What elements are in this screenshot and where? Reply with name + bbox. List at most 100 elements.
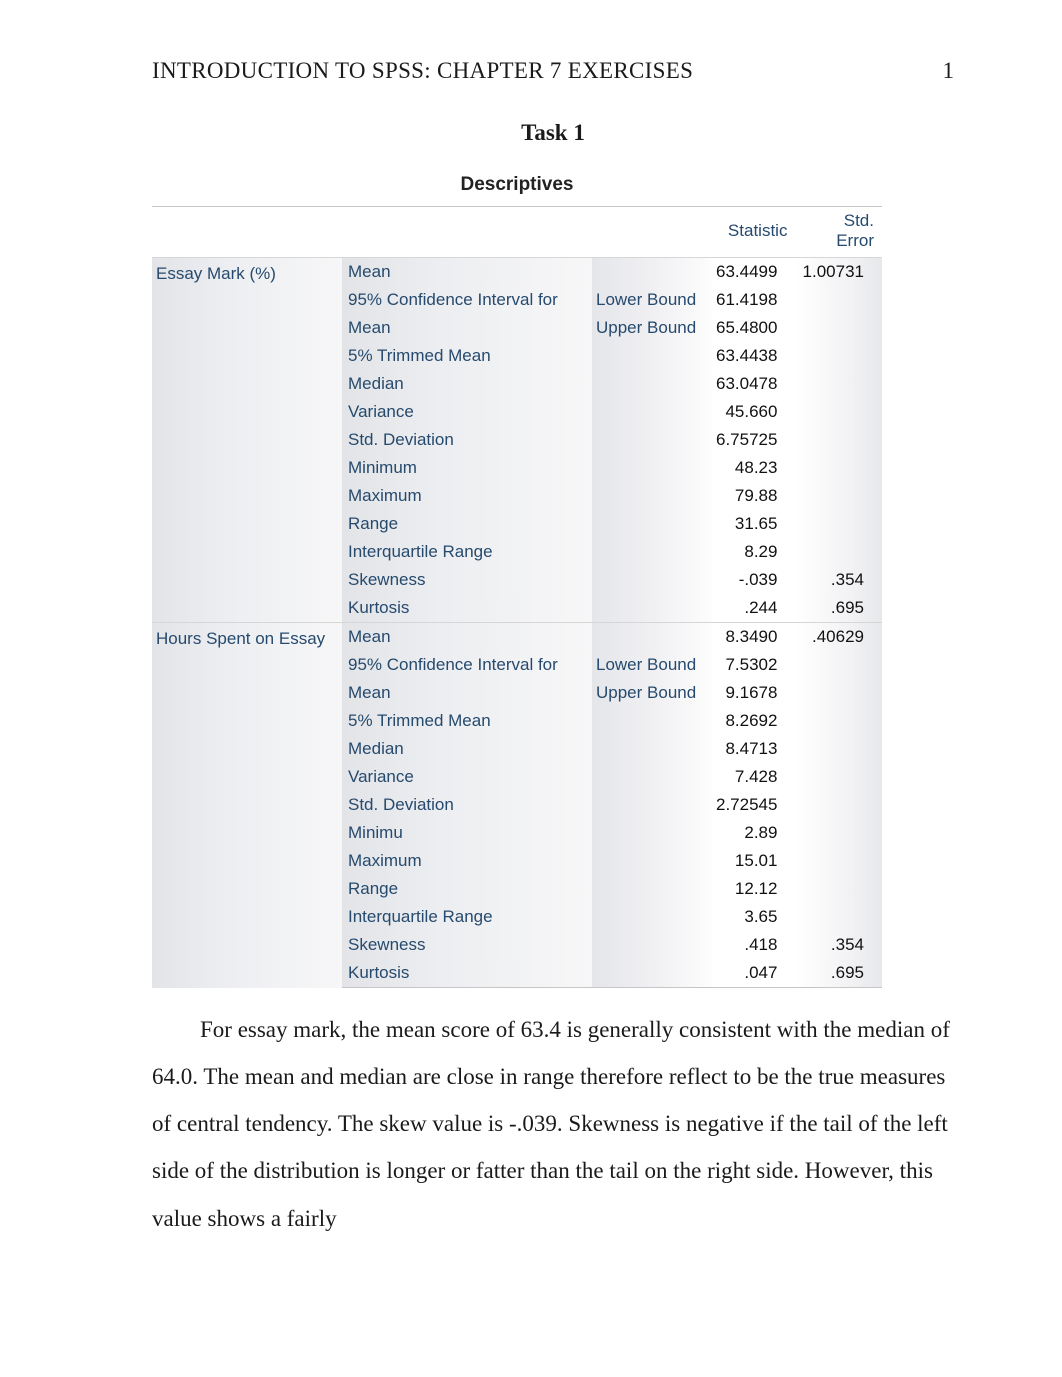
- statistic-value: 63.4499: [712, 258, 795, 287]
- stderror-value: [795, 314, 882, 342]
- stat-label: Skewness: [342, 566, 592, 594]
- stderror-value: .354: [795, 566, 882, 594]
- table-header-blank2: [342, 207, 592, 258]
- bound-label: [592, 426, 712, 454]
- stderror-value: [795, 791, 882, 819]
- stderror-value: [795, 903, 882, 931]
- stat-label: Variance: [342, 763, 592, 791]
- bound-label: [592, 791, 712, 819]
- bound-label: [592, 398, 712, 426]
- bound-label: [592, 959, 712, 988]
- table-title: Descriptives: [152, 174, 882, 196]
- stat-label: Interquartile Range: [342, 903, 592, 931]
- stat-label: Minimu: [342, 819, 592, 847]
- statistic-value: 63.0478: [712, 370, 795, 398]
- statistic-value: 12.12: [712, 875, 795, 903]
- descriptives-section: Descriptives Statistic Std. Error Essay …: [152, 174, 882, 988]
- stderror-value: [795, 847, 882, 875]
- table-header-stderror: Std. Error: [795, 207, 882, 258]
- statistic-value: 8.4713: [712, 735, 795, 763]
- stderror-value: [795, 454, 882, 482]
- stderror-value: [795, 398, 882, 426]
- stderror-value: [795, 538, 882, 566]
- statistic-value: 31.65: [712, 510, 795, 538]
- stderror-value: .354: [795, 931, 882, 959]
- stat-label: Median: [342, 735, 592, 763]
- bound-label: [592, 510, 712, 538]
- bound-label: Lower Bound: [592, 286, 712, 314]
- stderror-value: [795, 763, 882, 791]
- stderror-value: [795, 679, 882, 707]
- stderror-value: [795, 286, 882, 314]
- stat-label: Mean: [342, 258, 592, 287]
- body-paragraph: For essay mark, the mean score of 63.4 i…: [152, 1006, 954, 1242]
- table-header-blank3: [592, 207, 712, 258]
- bound-label: [592, 847, 712, 875]
- stderror-value: .695: [795, 594, 882, 623]
- stderror-value: [795, 510, 882, 538]
- stat-label: Mean: [342, 679, 592, 707]
- bound-label: [592, 566, 712, 594]
- task-title: Task 1: [152, 120, 954, 146]
- statistic-value: 65.4800: [712, 314, 795, 342]
- stat-label: Interquartile Range: [342, 538, 592, 566]
- stat-label: 95% Confidence Interval for: [342, 286, 592, 314]
- running-head: INTRODUCTION TO SPSS: CHAPTER 7 EXERCISE…: [152, 58, 693, 84]
- statistic-value: 15.01: [712, 847, 795, 875]
- stat-label: Minimum: [342, 454, 592, 482]
- bound-label: Upper Bound: [592, 314, 712, 342]
- statistic-value: 48.23: [712, 454, 795, 482]
- bound-label: [592, 903, 712, 931]
- stat-label: Std. Deviation: [342, 426, 592, 454]
- bound-label: [592, 707, 712, 735]
- stderror-value: [795, 426, 882, 454]
- statistic-value: .244: [712, 594, 795, 623]
- statistic-value: 2.72545: [712, 791, 795, 819]
- stderror-value: .40629: [795, 623, 882, 652]
- statistic-value: 7.428: [712, 763, 795, 791]
- stderror-value: [795, 875, 882, 903]
- statistic-value: 45.660: [712, 398, 795, 426]
- stat-label: Mean: [342, 623, 592, 652]
- stat-label: Median: [342, 370, 592, 398]
- statistic-value: 8.29: [712, 538, 795, 566]
- table-row: Hours Spent on EssayMean8.3490.40629: [152, 623, 882, 652]
- table-row: Essay Mark (%)Mean63.44991.00731: [152, 258, 882, 287]
- stat-label: Kurtosis: [342, 959, 592, 988]
- statistic-value: 63.4438: [712, 342, 795, 370]
- bound-label: [592, 763, 712, 791]
- bound-label: [592, 370, 712, 398]
- stderror-value: [795, 707, 882, 735]
- stat-label: 5% Trimmed Mean: [342, 342, 592, 370]
- bound-label: [592, 454, 712, 482]
- stat-label: Maximum: [342, 847, 592, 875]
- bound-label: [592, 538, 712, 566]
- statistic-value: 3.65: [712, 903, 795, 931]
- bound-label: [592, 342, 712, 370]
- bound-label: Lower Bound: [592, 651, 712, 679]
- stat-label: Variance: [342, 398, 592, 426]
- bound-label: [592, 735, 712, 763]
- stat-label: Skewness: [342, 931, 592, 959]
- stderror-value: 1.00731: [795, 258, 882, 287]
- statistic-value: 6.75725: [712, 426, 795, 454]
- stderror-value: [795, 342, 882, 370]
- statistic-value: 61.4198: [712, 286, 795, 314]
- stderror-value: [795, 819, 882, 847]
- stat-label: Mean: [342, 314, 592, 342]
- stderror-value: [795, 651, 882, 679]
- statistic-value: 2.89: [712, 819, 795, 847]
- variable-name: Hours Spent on Essay: [152, 623, 342, 988]
- bound-label: Upper Bound: [592, 679, 712, 707]
- stderror-value: .695: [795, 959, 882, 988]
- table-header-blank1: [152, 207, 342, 258]
- stat-label: Std. Deviation: [342, 791, 592, 819]
- bound-label: [592, 819, 712, 847]
- statistic-value: .418: [712, 931, 795, 959]
- variable-name: Essay Mark (%): [152, 258, 342, 623]
- table-header-statistic: Statistic: [712, 207, 795, 258]
- page-header: INTRODUCTION TO SPSS: CHAPTER 7 EXERCISE…: [152, 58, 954, 84]
- page-number: 1: [943, 58, 955, 84]
- stderror-value: [795, 370, 882, 398]
- stderror-value: [795, 735, 882, 763]
